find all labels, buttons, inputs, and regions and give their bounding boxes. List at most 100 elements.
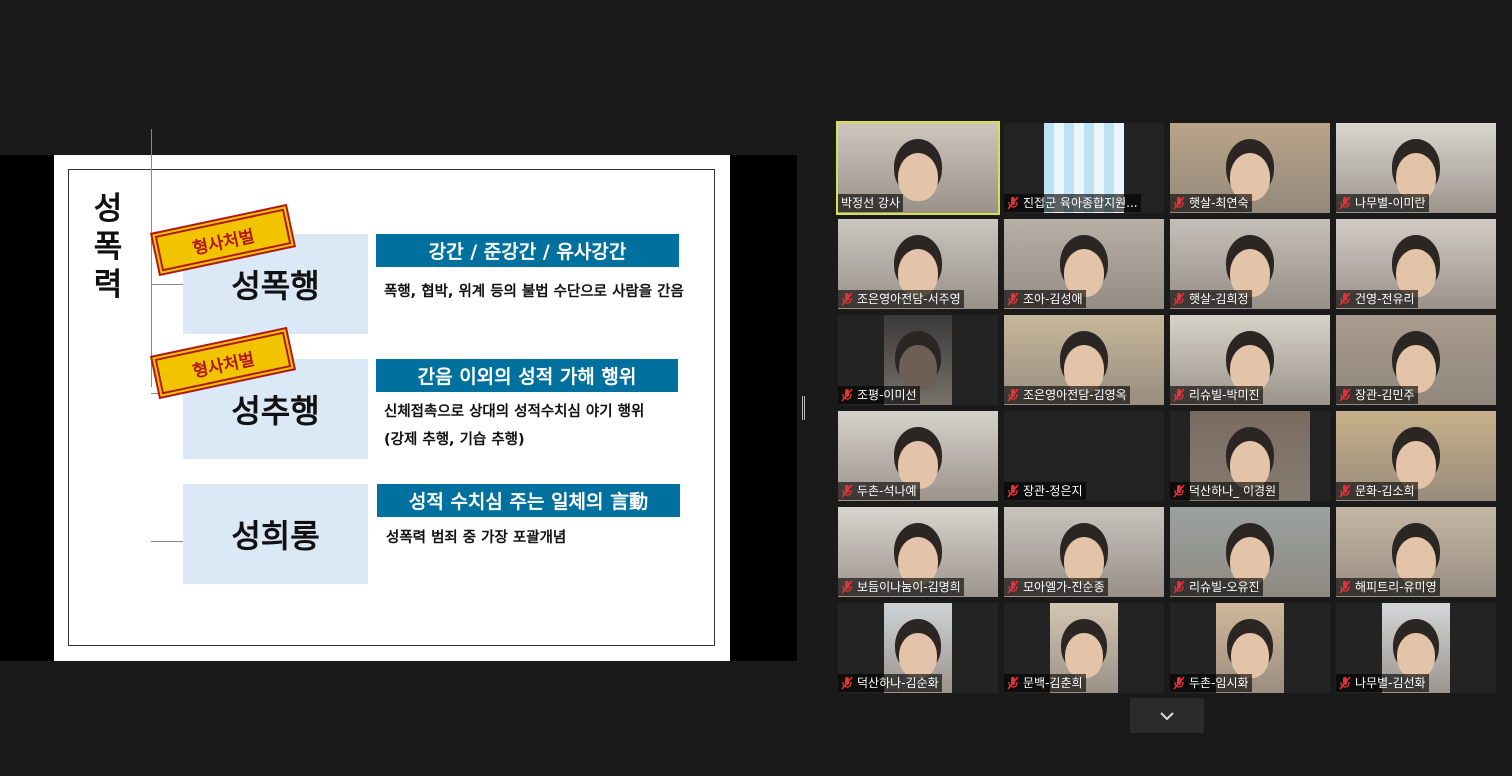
participant-tile[interactable]: 나무별-이미란	[1336, 123, 1496, 213]
participant-face	[1397, 633, 1435, 678]
participant-tile[interactable]: 박정선 강사	[836, 121, 1000, 215]
category-heading-3: 성적 수치심 주는 일체의 言動	[377, 484, 680, 517]
participant-tile[interactable]: 장관-정은지	[1004, 411, 1164, 501]
participant-name: 문화-김소희	[1355, 484, 1415, 498]
mic-off-icon	[1173, 196, 1185, 210]
participant-name-label: 장관-김민주	[1336, 386, 1418, 404]
scroll-down-button[interactable]	[1130, 698, 1204, 733]
participant-name: 덕산하나_ 이경원	[1189, 484, 1277, 498]
participant-name: 덕산하나-김순화	[857, 676, 939, 690]
participant-name-label: 덕산하나-김순화	[838, 674, 942, 692]
participant-name: 모아엘가-진순종	[1023, 580, 1105, 594]
participant-tile[interactable]: 나무별-김선화	[1336, 603, 1496, 693]
participant-name-label: 조아-김성애	[1004, 290, 1086, 308]
participant-tile[interactable]: 조평-이미선	[838, 315, 998, 405]
mic-off-icon	[841, 580, 853, 594]
participant-name: 두촌-임시화	[1189, 676, 1249, 690]
participant-name-label: 두촌-석나예	[838, 482, 920, 500]
participant-name: 리슈빌-오유진	[1189, 580, 1260, 594]
participant-tile[interactable]: 문화-김소희	[1336, 411, 1496, 501]
participant-name: 해피트리-유미영	[1355, 580, 1437, 594]
participant-tile[interactable]: 보듬이나눔이-김명희	[838, 507, 998, 597]
participant-name: 조아-김성애	[1023, 292, 1083, 306]
participant-name: 나무별-김선화	[1355, 676, 1426, 690]
mic-off-icon	[1173, 484, 1185, 498]
participant-name: 조은영아전담-서주영	[857, 292, 961, 306]
participant-tile[interactable]: 덕산하나-김순화	[838, 603, 998, 693]
participant-name-label: 박정선 강사	[838, 194, 904, 212]
participant-tile[interactable]: 장관-김민주	[1336, 315, 1496, 405]
mic-off-icon	[1007, 676, 1019, 690]
mic-off-icon	[841, 292, 853, 306]
participant-tile[interactable]: 두촌-석나예	[838, 411, 998, 501]
participant-tile[interactable]: 햇살-김희정	[1170, 219, 1330, 309]
mic-off-icon	[1007, 196, 1019, 210]
category-desc-1: 폭행, 협박, 위계 등의 불법 수단으로 사람을 간음	[384, 284, 684, 300]
participant-name-label: 나무별-이미란	[1336, 194, 1429, 212]
mic-off-icon	[841, 676, 853, 690]
participant-tile[interactable]: 두촌-임시화	[1170, 603, 1330, 693]
participant-name: 장관-김민주	[1355, 388, 1415, 402]
panel-resize-handle[interactable]	[802, 396, 805, 420]
category-desc-2: 신체접촉으로 상대의 성적수치심 야기 행위 (강제 추행, 기습 추행)	[384, 404, 645, 448]
participant-name-label: 햇살-김희정	[1170, 290, 1252, 308]
participant-name: 진접군 육아종합지원...	[1023, 196, 1138, 210]
participant-face	[1065, 633, 1103, 678]
participant-tile[interactable]: 리슈빌-박미진	[1170, 315, 1330, 405]
participant-face	[1231, 633, 1269, 678]
participant-name: 나무별-이미란	[1355, 196, 1426, 210]
participant-tile[interactable]: 진접군 육아종합지원...	[1004, 123, 1164, 213]
participant-tile[interactable]: 문백-김춘희	[1004, 603, 1164, 693]
participant-name: 리슈빌-박미진	[1189, 388, 1260, 402]
participant-tile[interactable]: 해피트리-유미영	[1336, 507, 1496, 597]
participant-tile[interactable]: 햇살-최연숙	[1170, 123, 1330, 213]
participant-tile[interactable]: 모아엘가-진순종	[1004, 507, 1164, 597]
participant-name-label: 문화-김소희	[1336, 482, 1418, 500]
participant-tile[interactable]: 조아-김성애	[1004, 219, 1164, 309]
chevron-down-icon	[1160, 711, 1174, 720]
participant-name: 두촌-석나예	[857, 484, 917, 498]
mic-off-icon	[1339, 676, 1351, 690]
mic-off-icon	[1173, 388, 1185, 402]
mic-off-icon	[1339, 580, 1351, 594]
mic-off-icon	[1007, 484, 1019, 498]
participant-name-label: 리슈빌-박미진	[1170, 386, 1263, 404]
participant-name: 햇살-김희정	[1189, 292, 1249, 306]
mic-off-icon	[1339, 292, 1351, 306]
participant-name-label: 조평-이미선	[838, 386, 920, 404]
participant-name: 건영-전유리	[1355, 292, 1415, 306]
mic-off-icon	[1339, 388, 1351, 402]
participant-name: 문백-김춘희	[1023, 676, 1083, 690]
mic-off-icon	[1339, 196, 1351, 210]
participant-name-label: 건영-전유리	[1336, 290, 1418, 308]
participant-name: 보듬이나눔이-김명희	[857, 580, 961, 594]
participant-name-label: 햇살-최연숙	[1170, 194, 1252, 212]
category-heading-2: 간음 이외의 성적 가해 행위	[376, 359, 678, 392]
participant-name: 햇살-최연숙	[1189, 196, 1249, 210]
participant-face	[899, 345, 937, 390]
category-heading-1: 강간 / 준강간 / 유사강간	[376, 234, 679, 267]
mic-off-icon	[1007, 388, 1019, 402]
mic-off-icon	[1173, 292, 1185, 306]
participant-name-label: 리슈빌-오유진	[1170, 578, 1263, 596]
tree-branch	[151, 541, 183, 542]
participant-name-label: 보듬이나눔이-김명희	[838, 578, 964, 596]
participant-name-label: 나무별-김선화	[1336, 674, 1429, 692]
participant-name-label: 조은영아전담-김영옥	[1004, 386, 1130, 404]
participant-name-label: 조은영아전담-서주영	[838, 290, 964, 308]
participant-face	[899, 633, 937, 678]
participant-name-label: 덕산하나_ 이경원	[1170, 482, 1280, 500]
participant-name: 조은영아전담-김영옥	[1023, 388, 1127, 402]
mic-off-icon	[1173, 676, 1185, 690]
participant-tile[interactable]: 조은영아전담-서주영	[838, 219, 998, 309]
mic-off-icon	[1173, 580, 1185, 594]
participant-name: 장관-정은지	[1023, 484, 1083, 498]
participant-face	[898, 153, 938, 201]
category-box-3: 성희롱	[183, 484, 368, 584]
participant-name-label: 두촌-임시화	[1170, 674, 1252, 692]
participant-tile[interactable]: 리슈빌-오유진	[1170, 507, 1330, 597]
tree-bracket	[151, 129, 152, 387]
participant-tile[interactable]: 조은영아전담-김영옥	[1004, 315, 1164, 405]
participant-tile[interactable]: 건영-전유리	[1336, 219, 1496, 309]
participant-tile[interactable]: 덕산하나_ 이경원	[1170, 411, 1330, 501]
